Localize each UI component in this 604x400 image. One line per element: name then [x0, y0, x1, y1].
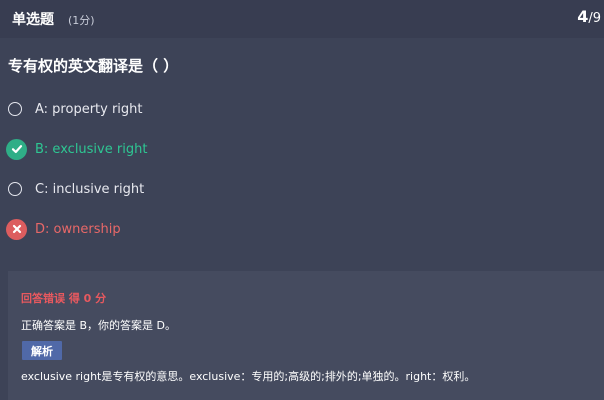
close-icon	[6, 218, 27, 240]
correct-answer-text: 正确答案是 B，你的答案是 D。	[21, 319, 177, 332]
result-status: 回答错误 得 0 分	[21, 292, 107, 305]
progress-current: 4	[577, 7, 589, 26]
radio-icon[interactable]	[8, 182, 22, 196]
radio-icon[interactable]	[8, 102, 22, 116]
option-a[interactable]: A: property right	[6, 98, 143, 120]
analysis-button[interactable]: 解析	[22, 341, 62, 360]
option-a-label: A: property right	[35, 101, 143, 117]
analysis-text: exclusive right是专有权的意思。exclusive：专用的;高级的…	[21, 370, 476, 383]
question-score: (1分)	[68, 14, 95, 27]
option-b-label: B: exclusive right	[35, 141, 148, 157]
option-c-label: C: inclusive right	[35, 181, 145, 197]
option-b[interactable]: B: exclusive right	[6, 138, 147, 160]
option-d[interactable]: D: ownership	[6, 218, 121, 240]
question-header: 单选题 (1分) 4/9	[0, 0, 604, 38]
check-icon	[6, 138, 27, 160]
progress-total: /9	[588, 11, 601, 26]
question-type-label: 单选题	[12, 12, 54, 28]
option-c[interactable]: C: inclusive right	[6, 178, 144, 200]
question-progress: 4/9	[577, 7, 601, 26]
option-d-label: D: ownership	[35, 221, 121, 237]
result-panel: 回答错误 得 0 分 正确答案是 B，你的答案是 D。 解析 exclusive…	[8, 271, 604, 400]
question-text: 专有权的英文翻译是（ ）	[8, 57, 179, 75]
